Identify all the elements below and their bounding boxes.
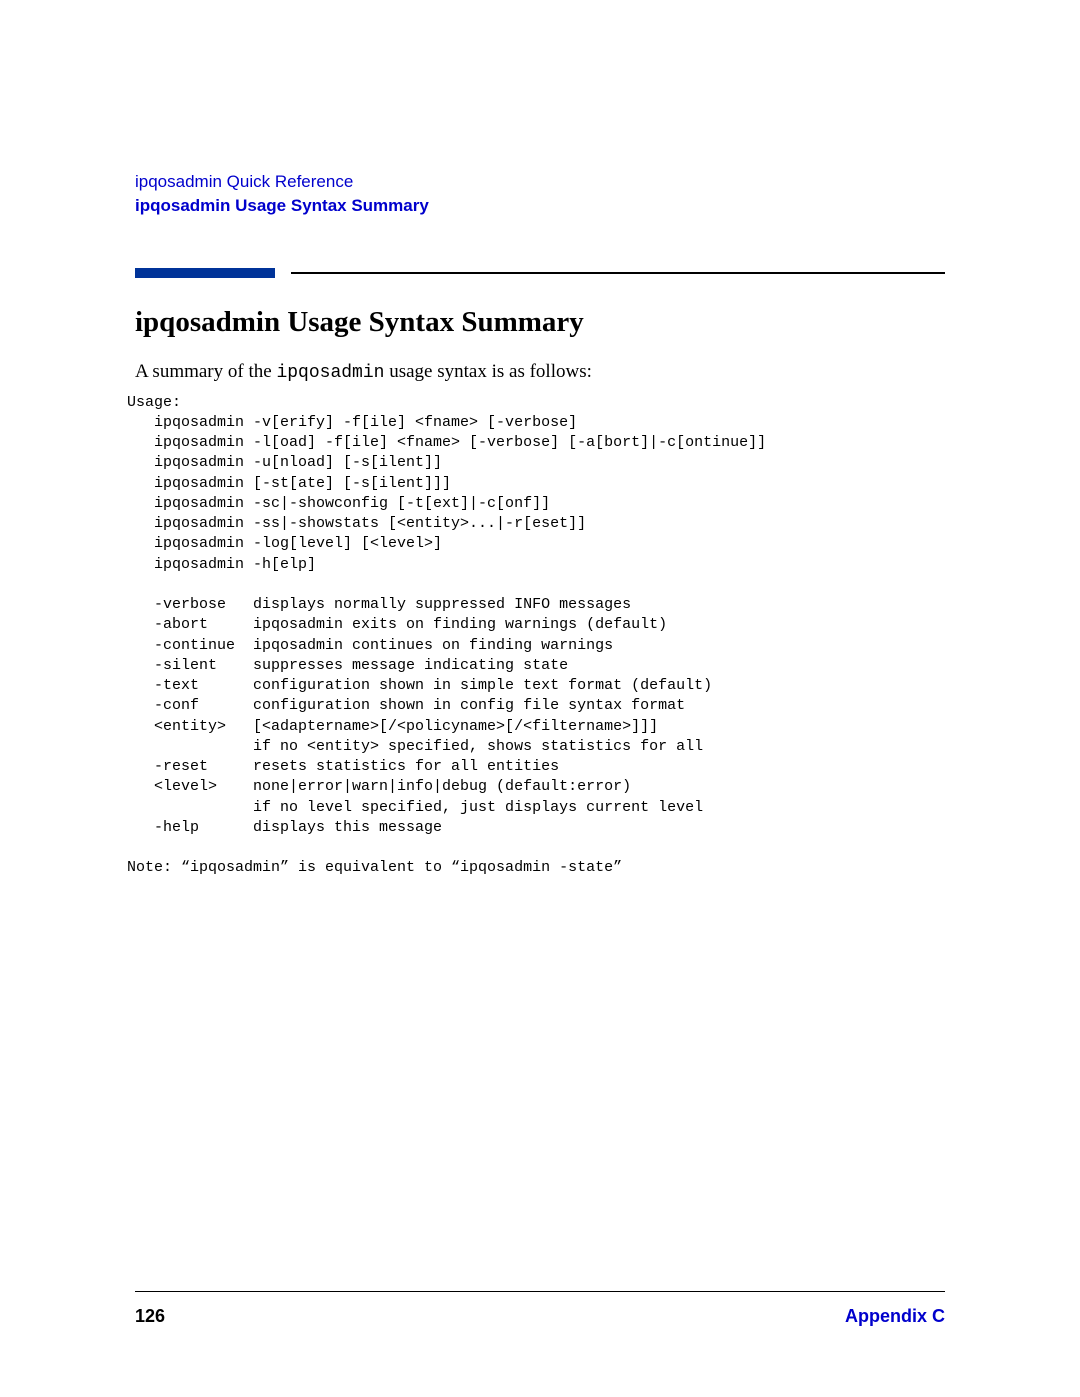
page-title: ipqosadmin Usage Syntax Summary	[135, 306, 945, 339]
page-number: 126	[135, 1306, 165, 1327]
rule-accent	[135, 268, 275, 278]
intro-text-pre: A summary of the	[135, 361, 276, 382]
intro-text-post: usage syntax is as follows:	[384, 361, 591, 382]
appendix-label: Appendix C	[845, 1306, 945, 1327]
footer-rule	[135, 1291, 945, 1292]
running-header: ipqosadmin Quick Reference ipqosadmin Us…	[135, 170, 945, 218]
rule-line	[291, 272, 945, 274]
intro-command: ipqosadmin	[276, 363, 384, 383]
page-footer: 126 Appendix C	[135, 1306, 945, 1327]
usage-syntax-block: Usage: ipqosadmin -v[erify] -f[ile] <fna…	[127, 393, 945, 879]
intro-paragraph: A summary of the ipqosadmin usage syntax…	[135, 361, 945, 383]
section-rule	[135, 268, 945, 278]
header-section: ipqosadmin Usage Syntax Summary	[135, 194, 945, 218]
header-chapter: ipqosadmin Quick Reference	[135, 170, 945, 194]
